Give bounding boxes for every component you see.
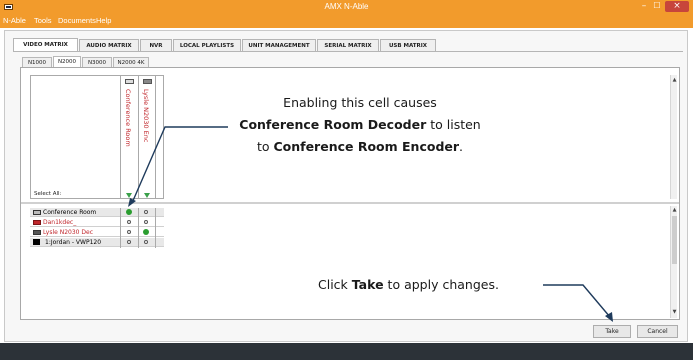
callout-line-3: to Conference Room Encoder. bbox=[256, 139, 464, 154]
take-callout: Click Take to apply changes. bbox=[318, 277, 499, 292]
callout-arrow-head bbox=[128, 198, 136, 207]
annotation-arrows bbox=[128, 126, 613, 322]
take-button[interactable]: Take bbox=[593, 325, 631, 338]
status-strip bbox=[0, 343, 693, 360]
callout-line-2: Conference Room Decoder to listen bbox=[239, 117, 481, 132]
take-arrow-line bbox=[543, 284, 611, 318]
callout-line-1: Enabling this cell causes bbox=[283, 95, 437, 110]
cancel-button[interactable]: Cancel bbox=[637, 325, 678, 338]
